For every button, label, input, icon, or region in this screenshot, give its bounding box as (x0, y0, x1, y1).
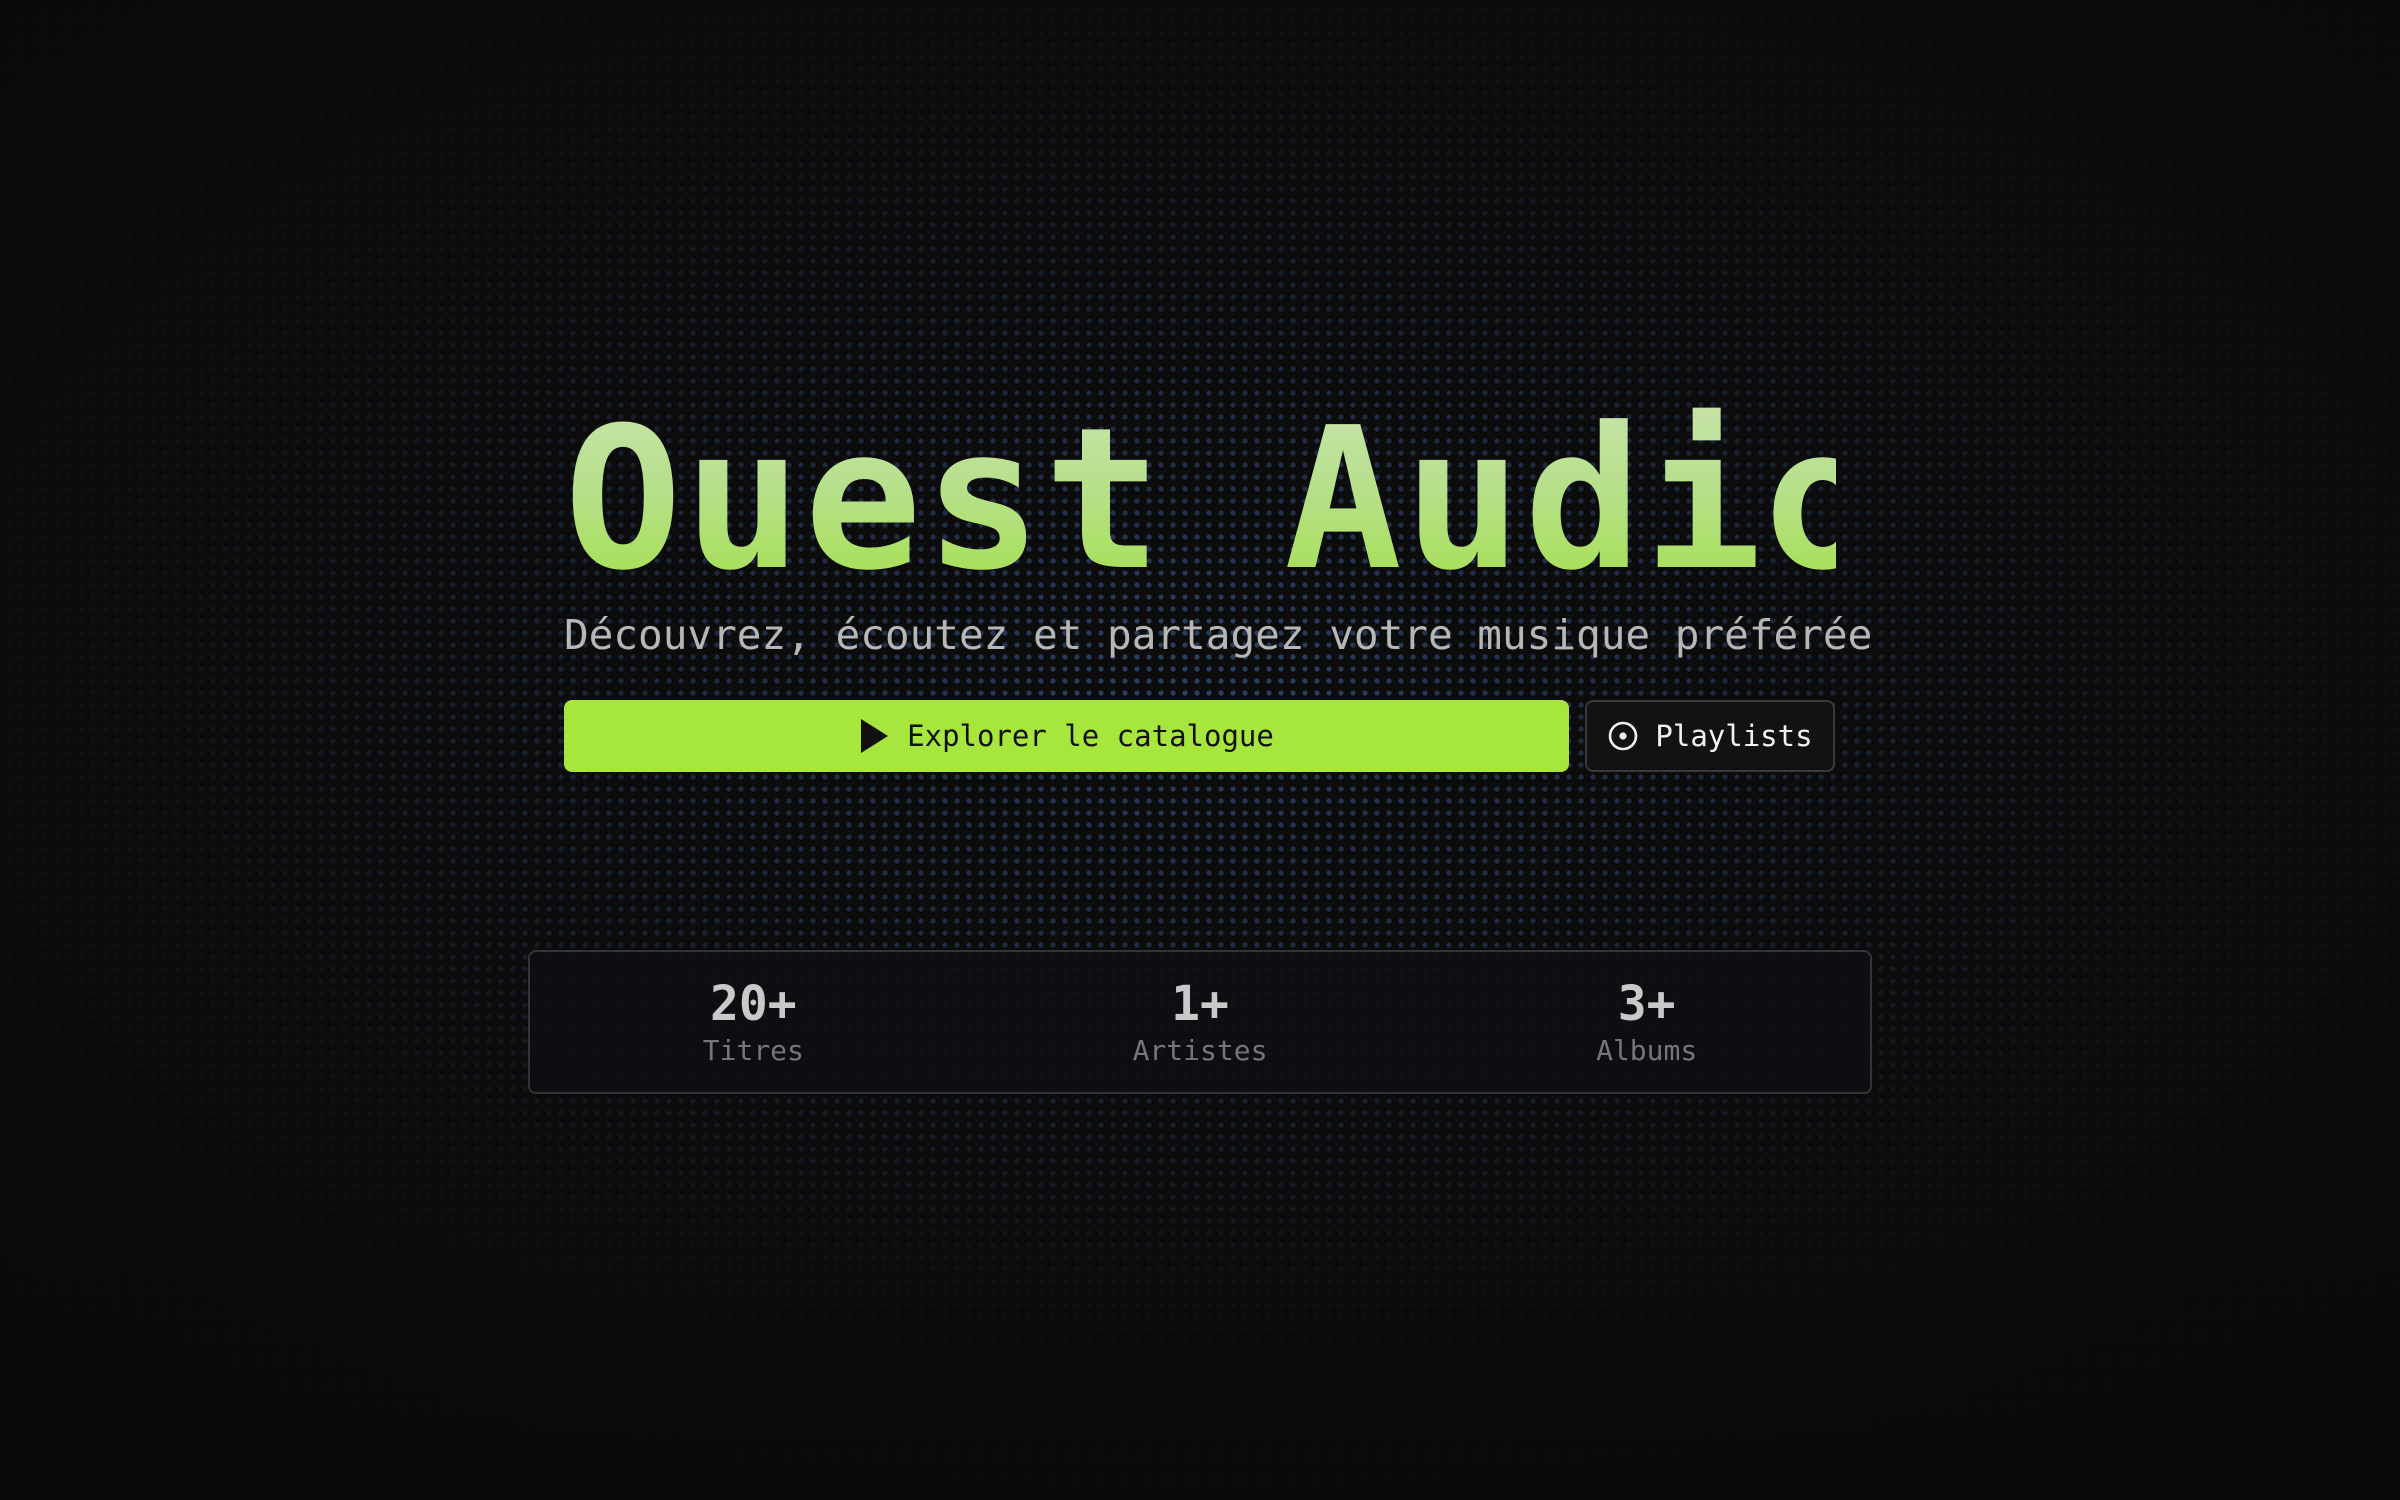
hero-section: Ouest Audio Découvrez, écoutez et partag… (564, 386, 1885, 772)
stat-artists: 1+ Artistes (977, 952, 1424, 1092)
hero-actions: Explorer le catalogue Playlists (564, 700, 1836, 772)
stat-albums-label: Albums (1596, 1034, 1698, 1067)
stat-tracks-label: Titres (702, 1034, 804, 1067)
playlists-button[interactable]: Playlists (1585, 700, 1835, 772)
play-icon (859, 718, 889, 754)
stat-tracks: 20+ Titres (530, 952, 977, 1092)
page: Ouest Audio Découvrez, écoutez et partag… (0, 0, 2400, 1500)
stats-panel: 20+ Titres 1+ Artistes 3+ Albums (528, 950, 1872, 1094)
playlists-label: Playlists (1655, 719, 1813, 753)
explore-catalog-label: Explorer le catalogue (907, 719, 1274, 753)
site-title: Ouest Audio (564, 386, 1885, 614)
stat-artists-label: Artistes (1132, 1034, 1268, 1067)
stat-tracks-value: 20+ (709, 976, 797, 1032)
stat-artists-value: 1+ (1171, 976, 1229, 1032)
stat-albums-value: 3+ (1617, 976, 1676, 1032)
stat-albums: 3+ Albums (1423, 952, 1870, 1092)
site-tagline: Découvrez, écoutez et partagez votre mus… (564, 611, 1873, 659)
disc-icon (1607, 720, 1639, 752)
explore-catalog-button[interactable]: Explorer le catalogue (564, 700, 1569, 772)
